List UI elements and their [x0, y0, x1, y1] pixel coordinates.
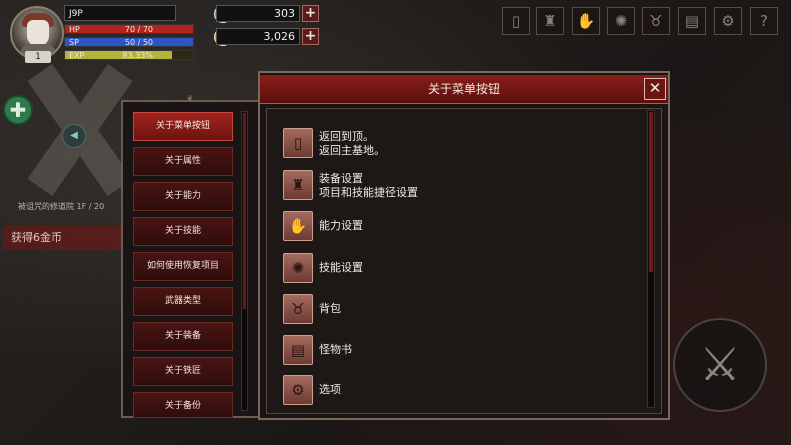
armor-icon: ♜: [283, 170, 313, 200]
category-scrollbar[interactable]: [241, 111, 248, 411]
bag-icon: ♉: [283, 294, 313, 324]
panel-scroll-thumb[interactable]: [649, 112, 653, 272]
player-level: 1: [25, 51, 51, 63]
sp-bar: SP 50 / 50: [64, 37, 194, 47]
panel-scrollbar[interactable]: [647, 110, 655, 408]
player-name: J9P: [64, 5, 176, 21]
toolbar-ability-icon[interactable]: ✋: [572, 7, 600, 35]
menu-row-text: 怪物书: [319, 343, 352, 357]
ability-icon: ✋: [283, 211, 313, 241]
menu-row-text: 选项: [319, 383, 341, 397]
menu-row-text: 技能设置: [319, 261, 363, 275]
close-button[interactable]: ✕: [644, 78, 666, 100]
buy-gold-button[interactable]: +: [302, 28, 319, 45]
menu-row-text: 能力设置: [319, 219, 363, 233]
toolbar-armor-icon[interactable]: ♜: [536, 7, 564, 35]
exp-bar: EXP 83.33%: [64, 50, 194, 60]
toolbar-skill-icon[interactable]: ✺: [607, 7, 635, 35]
menu-row-text: 装备设置 项目和技能捷径设置: [319, 172, 418, 200]
book-icon: ▤: [283, 335, 313, 365]
menu-row-title: 能力设置: [319, 219, 363, 232]
nav-back-icon[interactable]: ◀: [62, 124, 86, 148]
toolbar-bag-icon[interactable]: ♉: [642, 7, 670, 35]
door-icon: ▯: [283, 128, 313, 158]
category-item[interactable]: 关于铁匠: [133, 357, 233, 386]
menu-row-title: 选项: [319, 383, 341, 396]
panel-title: 关于菜单按钮: [260, 75, 668, 104]
category-item[interactable]: 关于能力: [133, 182, 233, 211]
avatar-face: [27, 20, 49, 46]
gold-gain-toast: 获得6金币: [3, 226, 125, 250]
gem-count: 303: [216, 5, 300, 22]
hp-label: HP: [69, 25, 80, 34]
sp-label: SP: [69, 38, 79, 47]
buy-gems-button[interactable]: +: [302, 5, 319, 22]
gear-icon: ⚙: [283, 375, 313, 405]
menu-row-description: 项目和技能捷径设置: [319, 186, 418, 199]
category-item[interactable]: 关于属性: [133, 147, 233, 176]
category-item[interactable]: 关于技能: [133, 217, 233, 246]
exp-value: 83.33%: [122, 51, 153, 60]
menu-row-title: 装备设置: [319, 172, 363, 185]
category-item[interactable]: 关于菜单按钮: [133, 112, 233, 141]
menu-row-title: 技能设置: [319, 261, 363, 274]
attack-sword-button[interactable]: ⚔: [673, 318, 767, 412]
menu-row-title: 背包: [319, 302, 341, 315]
menu-row-text: 背包: [319, 302, 341, 316]
hp-value: 70 / 70: [124, 25, 153, 34]
toolbar-help-icon[interactable]: ?: [750, 7, 778, 35]
category-item[interactable]: 关于装备: [133, 322, 233, 351]
category-item[interactable]: 关于备份: [133, 392, 233, 418]
hp-bar: HP 70 / 70: [64, 24, 194, 34]
skill-icon: ✺: [283, 253, 313, 283]
add-icon[interactable]: ✚: [3, 95, 33, 125]
toolbar-gear-icon[interactable]: ⚙: [714, 7, 742, 35]
menu-row-title: 怪物书: [319, 343, 352, 356]
toolbar-book-icon[interactable]: ▤: [678, 7, 706, 35]
sp-value: 50 / 50: [124, 38, 153, 47]
category-item[interactable]: 如何使用恢复项目: [133, 252, 233, 281]
gold-count: 3,026: [216, 28, 300, 45]
toolbar-door-icon[interactable]: ▯: [502, 7, 530, 35]
menu-row-title: 返回到顶。: [319, 130, 374, 143]
category-item[interactable]: 武器类型: [133, 287, 233, 316]
location-label: 被诅咒的修道院 1F / 20: [18, 202, 105, 211]
category-scroll-thumb[interactable]: [243, 113, 246, 309]
category-ornament: ❦: [186, 94, 194, 103]
exp-label: EXP: [69, 51, 85, 60]
menu-row-description: 返回主基地。: [319, 144, 385, 157]
menu-row-text: 返回到顶。 返回主基地。: [319, 130, 385, 158]
